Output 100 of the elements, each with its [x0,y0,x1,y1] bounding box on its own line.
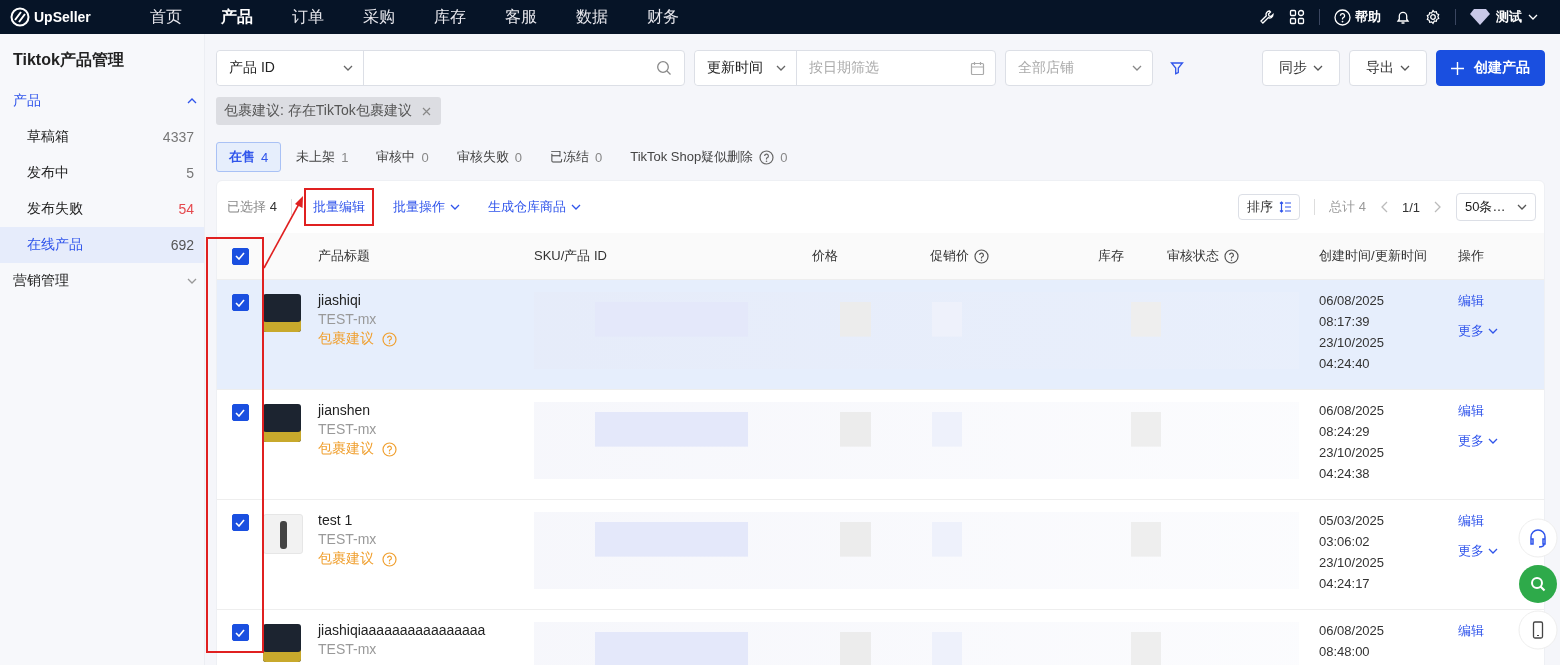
timestamp: 04:24:40 [1319,355,1370,373]
sidebar-item[interactable]: 草稿箱 4337 [0,119,204,155]
bulk-action-link[interactable]: 批量操作 [385,190,467,224]
chevron-down-icon [449,204,460,210]
store-name: TEST-mx [318,641,377,657]
timestamp: 05/03/2025 [1319,512,1385,530]
store-name: TEST-mx [318,421,377,437]
column-header: 价格 [812,247,838,265]
nav-tab[interactable]: 产品 [201,6,272,28]
package-suggestion-label: 包裹建议 [318,550,374,568]
edit-link[interactable]: 编辑 [1458,402,1484,420]
item-count: 692 [170,237,194,253]
bulk-action-link[interactable]: 批量编辑 [305,190,372,224]
search-icon[interactable] [1518,564,1558,604]
store-name: TEST-mx [318,531,377,547]
edit-link[interactable]: 编辑 [1458,622,1484,640]
timestamp: 23/10/2025 [1319,334,1385,352]
column-header: 促销价 [930,247,989,265]
nav-tab[interactable]: 订单 [272,6,343,28]
checkmark-icon [235,298,245,307]
total-count: 总计 4 [1329,198,1366,216]
checkbox[interactable] [231,624,249,641]
item-count: 54 [178,201,194,217]
nav-tab[interactable]: 客服 [485,6,556,28]
item-count: 5 [186,165,194,181]
help-icon [382,441,397,457]
sidebar-title: Tiktok产品管理 [12,50,125,70]
checkbox[interactable] [231,294,249,311]
sidebar-item[interactable]: 发布中 5 [0,155,204,191]
status-tab[interactable]: 审核失败 0 [443,142,535,172]
sidebar-item[interactable]: 发布失败 54 [0,191,204,227]
help-icon [1224,248,1239,264]
checkbox[interactable] [231,404,249,421]
checkmark-icon [235,628,245,637]
help-icon [1334,8,1351,26]
status-tab[interactable]: 在售 4 [216,142,282,172]
chevron-down-icon [1132,65,1142,71]
product-title: jianshen [318,402,371,418]
nav-tab[interactable]: 库存 [414,6,485,28]
user-menu[interactable]: 测试 [1470,8,1538,26]
status-tab[interactable]: TikTok Shop疑似删除 0 [617,142,801,172]
dropdown-button[interactable]: 同步 [1262,50,1340,86]
help-link[interactable]: 帮助 [1334,8,1381,26]
chevron-down-icon [1488,438,1498,444]
checkbox[interactable] [231,247,249,265]
nav-tab[interactable]: 财务 [627,6,698,28]
diamond-icon [1470,8,1490,26]
timestamp: 23/10/2025 [1319,444,1385,462]
bulk-action-link[interactable]: 生成仓库商品 [480,190,588,224]
timestamp: 06/08/2025 [1319,402,1385,420]
chevron-down-icon [570,204,581,210]
status-tab[interactable]: 未上架 1 [283,142,362,172]
edit-link[interactable]: 编辑 [1458,292,1484,310]
filter-icon[interactable] [1170,61,1184,75]
sort-icon [1279,201,1292,213]
help-icon [974,248,989,264]
sidebar-item[interactable]: 在线产品 692 [0,227,204,263]
more-menu-link[interactable]: 更多 [1458,432,1498,450]
column-header: 操作 [1458,247,1484,265]
page-size-select[interactable]: 50条… [1456,193,1536,221]
more-menu-link[interactable]: 更多 [1458,542,1498,560]
product-title: jiashiqi [318,292,361,308]
wrench-icon[interactable] [1259,9,1275,25]
timestamp: 06/08/2025 [1319,292,1385,310]
close-icon[interactable] [421,106,431,116]
nav-tab[interactable]: 数据 [556,6,627,28]
timestamp: 23/10/2025 [1319,554,1385,572]
timestamp: 08:17:39 [1319,313,1370,331]
sidebar-group[interactable]: 营销管理 [0,263,204,299]
help-icon [759,149,775,165]
status-tab[interactable]: 已冻结 0 [536,142,616,172]
chevron-down-icon [1517,204,1527,210]
column-header: SKU/产品 ID [534,247,607,265]
sort-button[interactable]: 排序 [1238,194,1301,220]
sidebar-group[interactable]: 产品 [0,83,204,119]
apps-grid-icon[interactable] [1289,9,1305,25]
column-header: 审核状态 [1167,247,1239,265]
edit-link[interactable]: 编辑 [1458,512,1484,530]
status-tab[interactable]: 审核中 0 [363,142,442,172]
create-product-button[interactable]: 创建产品 [1436,50,1545,86]
headset-icon[interactable] [1518,518,1558,558]
mobile-phone-icon[interactable] [1518,610,1558,650]
chevron-down-icon [1400,65,1410,71]
timestamp: 08:24:29 [1319,423,1370,441]
timestamp: 03:06:02 [1319,533,1370,551]
checkbox[interactable] [231,514,249,531]
package-suggestion-label: 包裹建议 [318,440,374,458]
checkmark-icon [235,518,245,527]
nav-tab[interactable]: 采购 [343,6,414,28]
dropdown-button[interactable]: 导出 [1349,50,1427,86]
chevron-down-icon [1528,14,1538,20]
timestamp: 08:48:00 [1319,643,1370,661]
timestamp: 04:24:17 [1319,575,1370,593]
help-icon [382,551,397,567]
chevron-up-icon [187,98,197,104]
timestamp: 06/08/2025 [1319,622,1385,640]
settings-icon[interactable] [1425,9,1441,25]
nav-tab[interactable]: 首页 [130,6,201,28]
more-menu-link[interactable]: 更多 [1458,322,1498,340]
bell-icon[interactable] [1395,9,1411,25]
